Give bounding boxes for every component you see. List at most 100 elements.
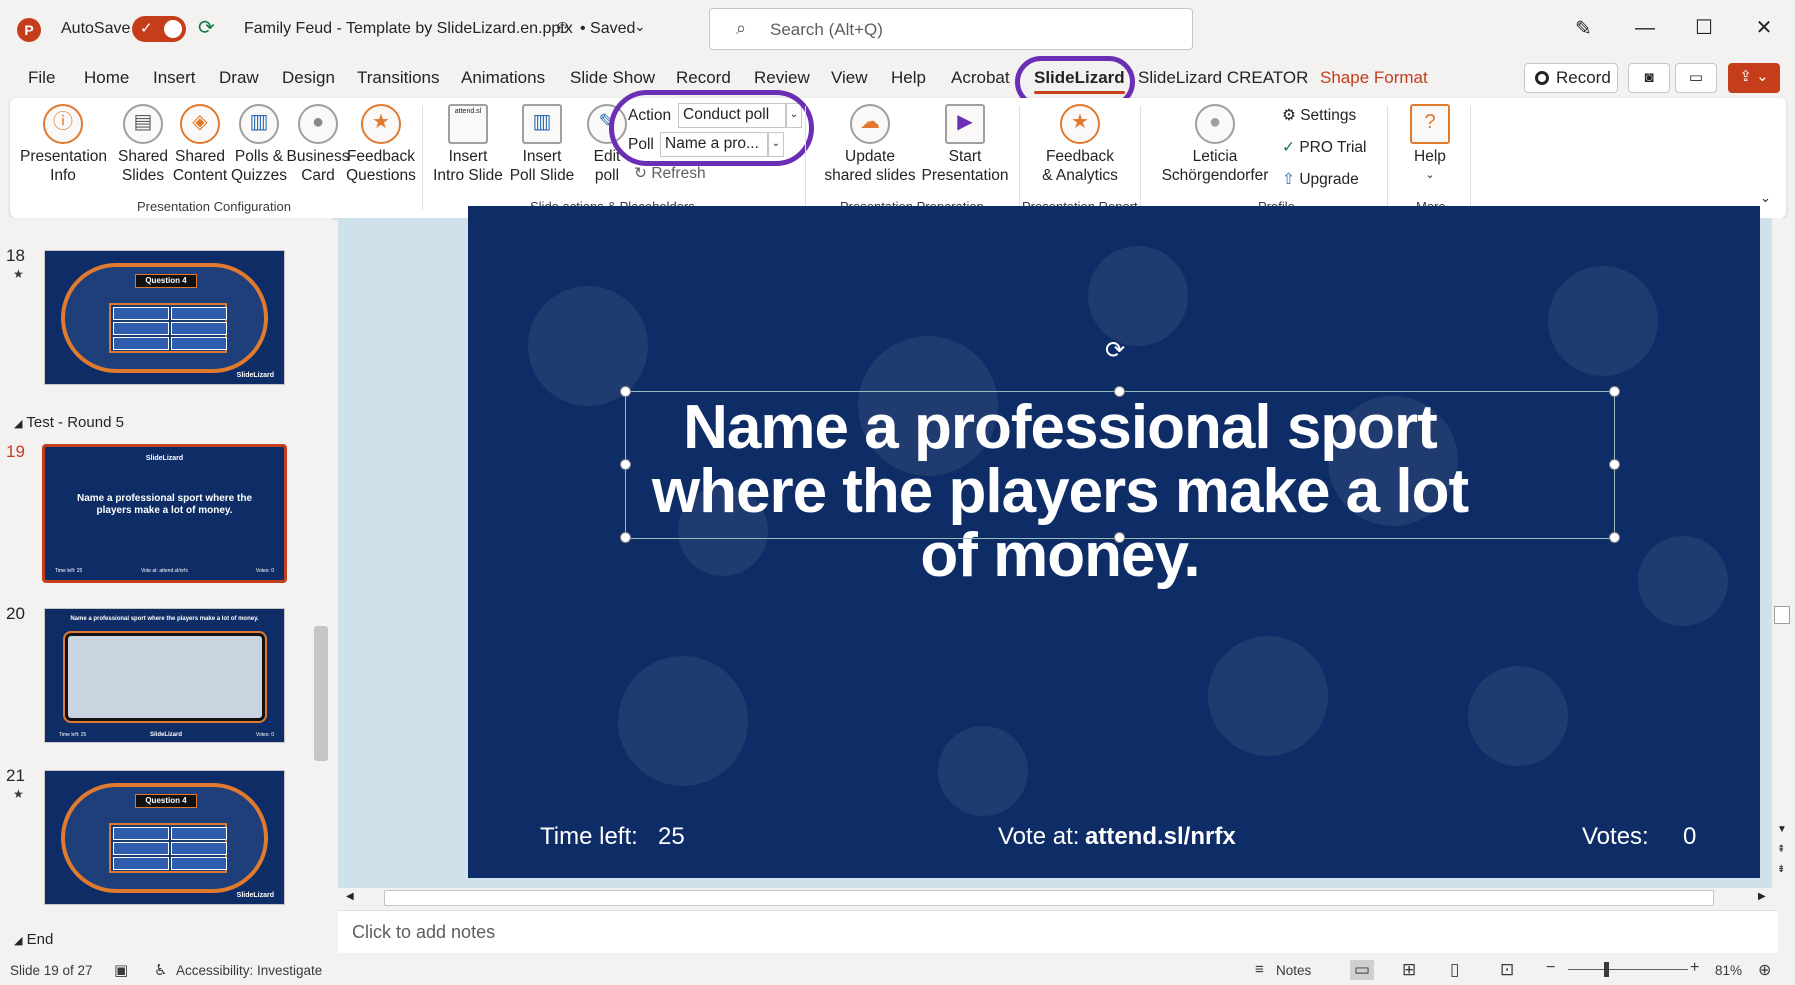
resize-handle[interactable]: [1609, 459, 1620, 470]
slide-show-icon[interactable]: ⊡: [1500, 960, 1514, 980]
fit-to-window-icon[interactable]: ⊕: [1758, 960, 1771, 980]
settings-button[interactable]: ⚙ Settings: [1282, 106, 1356, 125]
minimize-button[interactable]: —: [1623, 12, 1667, 44]
previous-slide-icon[interactable]: ⇞: [1777, 844, 1785, 855]
thumb-title: Name a professional sport where the play…: [76, 493, 253, 516]
tab-record[interactable]: Record: [676, 68, 731, 88]
scroll-left-icon[interactable]: ◀: [346, 891, 354, 902]
comments-button[interactable]: ▭: [1675, 63, 1717, 93]
section-header-end[interactable]: ◢ End: [14, 931, 53, 948]
notes-pane[interactable]: Click to add notes: [338, 910, 1778, 953]
presentation-info-label: Presentation Info: [20, 148, 108, 184]
question-label: Question 4: [135, 274, 197, 288]
record-button[interactable]: Record: [1524, 63, 1618, 93]
tab-design[interactable]: Design: [282, 68, 335, 88]
pen-icon[interactable]: ✎: [1575, 16, 1592, 41]
zoom-out-icon[interactable]: −: [1546, 959, 1555, 977]
slide-thumbnail-20[interactable]: Name a professional sport where the play…: [44, 608, 285, 743]
accessibility-icon[interactable]: ♿: [154, 961, 167, 979]
scroll-down-icon[interactable]: ▼: [1777, 824, 1787, 835]
resize-handle[interactable]: [620, 386, 631, 397]
section-header[interactable]: ◢ Test - Round 5: [14, 414, 124, 431]
tab-draw[interactable]: Draw: [219, 68, 259, 88]
normal-view-icon[interactable]: ▭: [1350, 960, 1375, 980]
tab-slidelizard-creator[interactable]: SlideLizard CREATOR: [1138, 68, 1308, 88]
slide-thumbnail-21[interactable]: Question 4 SlideLizard: [44, 770, 285, 905]
zoom-slider[interactable]: [1568, 969, 1688, 970]
resize-handle[interactable]: [620, 532, 631, 543]
slide-sorter-icon[interactable]: ⊞: [1402, 960, 1416, 980]
tab-home[interactable]: Home: [84, 68, 129, 88]
rotate-handle-icon[interactable]: ⟳: [1105, 336, 1125, 365]
answer-grid: [109, 823, 227, 873]
scrollbar-thumb[interactable]: [314, 626, 328, 761]
refresh-button[interactable]: ↻ Refresh: [634, 164, 706, 183]
tab-review[interactable]: Review: [754, 68, 810, 88]
slide-thumbnail-19[interactable]: SlideLizard Name a professional sport wh…: [42, 444, 287, 583]
feedback-questions-button[interactable]: ★ Feedback Questions: [340, 104, 422, 185]
notes-button[interactable]: Notes: [1276, 963, 1311, 978]
start-presentation-button[interactable]: ▶ Start Presentation: [915, 104, 1015, 185]
insert-poll-slide-button[interactable]: ▥ Insert Poll Slide: [504, 104, 580, 185]
close-button[interactable]: ✕: [1742, 12, 1786, 44]
word-cloud-area: [63, 631, 267, 723]
maximize-button[interactable]: ☐: [1682, 12, 1726, 44]
tab-slide-show[interactable]: Slide Show: [570, 68, 655, 88]
vertical-scrollbar[interactable]: ▼ ⇞ ⇟: [1772, 218, 1792, 888]
tab-shape-format[interactable]: Shape Format: [1320, 68, 1428, 88]
tab-insert[interactable]: Insert: [153, 68, 196, 88]
resize-handle[interactable]: [620, 459, 631, 470]
tab-acrobat[interactable]: Acrobat: [951, 68, 1010, 88]
thumbnails-scrollbar[interactable]: [313, 218, 329, 953]
next-slide-icon[interactable]: ⇟: [1777, 864, 1785, 875]
saved-status[interactable]: • Saved: [580, 20, 635, 38]
arrow-up-icon: ⇧: [1282, 171, 1295, 188]
share-button[interactable]: ⇪ ⌄: [1728, 63, 1780, 93]
save-icon[interactable]: ⟳: [198, 15, 215, 40]
camera-button[interactable]: ◙: [1628, 63, 1670, 93]
file-name[interactable]: Family Feud - Template by SlideLizard.en…: [244, 20, 573, 38]
tab-file[interactable]: File: [28, 68, 55, 88]
upgrade-button[interactable]: ⇧ Upgrade: [1282, 170, 1359, 189]
zoom-level[interactable]: 81%: [1715, 963, 1742, 978]
help-button[interactable]: ? Help ⌄: [1400, 104, 1460, 185]
resize-handle[interactable]: [1114, 532, 1125, 543]
slide-thumbnail-18[interactable]: Question 4 SlideLizard: [44, 250, 285, 385]
insert-intro-slide-button[interactable]: attend.sl Insert Intro Slide: [430, 104, 506, 185]
tab-help[interactable]: Help: [891, 68, 926, 88]
accessibility-status[interactable]: Accessibility: Investigate: [176, 963, 322, 978]
autosave-toggle[interactable]: ✓: [132, 16, 186, 42]
reading-view-icon[interactable]: ▯: [1450, 960, 1459, 980]
tab-animations[interactable]: Animations: [461, 68, 545, 88]
resize-handle[interactable]: [1609, 386, 1620, 397]
intro-slide-icon: attend.sl: [448, 104, 488, 144]
profile-button[interactable]: ● Leticia Schörgendorfer: [1150, 104, 1280, 185]
game-board: Question 4: [61, 263, 268, 373]
scrollbar-thumb[interactable]: [1774, 606, 1790, 624]
thumb-title: Name a professional sport where the play…: [70, 616, 259, 622]
collapse-ribbon-icon[interactable]: ⌄: [1760, 190, 1771, 206]
presentation-info-button[interactable]: ⓘ Presentation Info: [20, 104, 108, 185]
horizontal-scrollbar[interactable]: ◀ ▶: [338, 888, 1778, 908]
zoom-in-icon[interactable]: +: [1690, 959, 1699, 977]
scrollbar-thumb[interactable]: [384, 890, 1714, 906]
check-circle-icon: ✓: [1282, 139, 1295, 156]
notes-icon[interactable]: ≡: [1255, 961, 1264, 978]
play-icon: ▶: [945, 104, 985, 144]
zoom-slider-thumb[interactable]: [1604, 962, 1609, 977]
votes-value: 0: [1683, 823, 1697, 850]
chevron-down-icon[interactable]: ⌄: [634, 18, 646, 35]
share-person-icon: ⚇: [556, 20, 570, 37]
pro-trial-button[interactable]: ✓ PRO Trial: [1282, 138, 1367, 157]
search-input[interactable]: ⌕ Search (Alt+Q): [709, 8, 1193, 50]
scroll-right-icon[interactable]: ▶: [1758, 891, 1766, 902]
insert-poll-label: Insert Poll Slide: [509, 148, 575, 184]
tab-transitions[interactable]: Transitions: [357, 68, 440, 88]
update-shared-slides-button[interactable]: ☁ Update shared slides: [815, 104, 925, 185]
spelling-icon[interactable]: ▣: [114, 961, 128, 979]
vote-url: attend.sl/nrfx: [1085, 823, 1236, 850]
tab-view[interactable]: View: [831, 68, 868, 88]
resize-handle[interactable]: [1114, 386, 1125, 397]
feedback-analytics-button[interactable]: ★ Feedback & Analytics: [1030, 104, 1130, 185]
resize-handle[interactable]: [1609, 532, 1620, 543]
